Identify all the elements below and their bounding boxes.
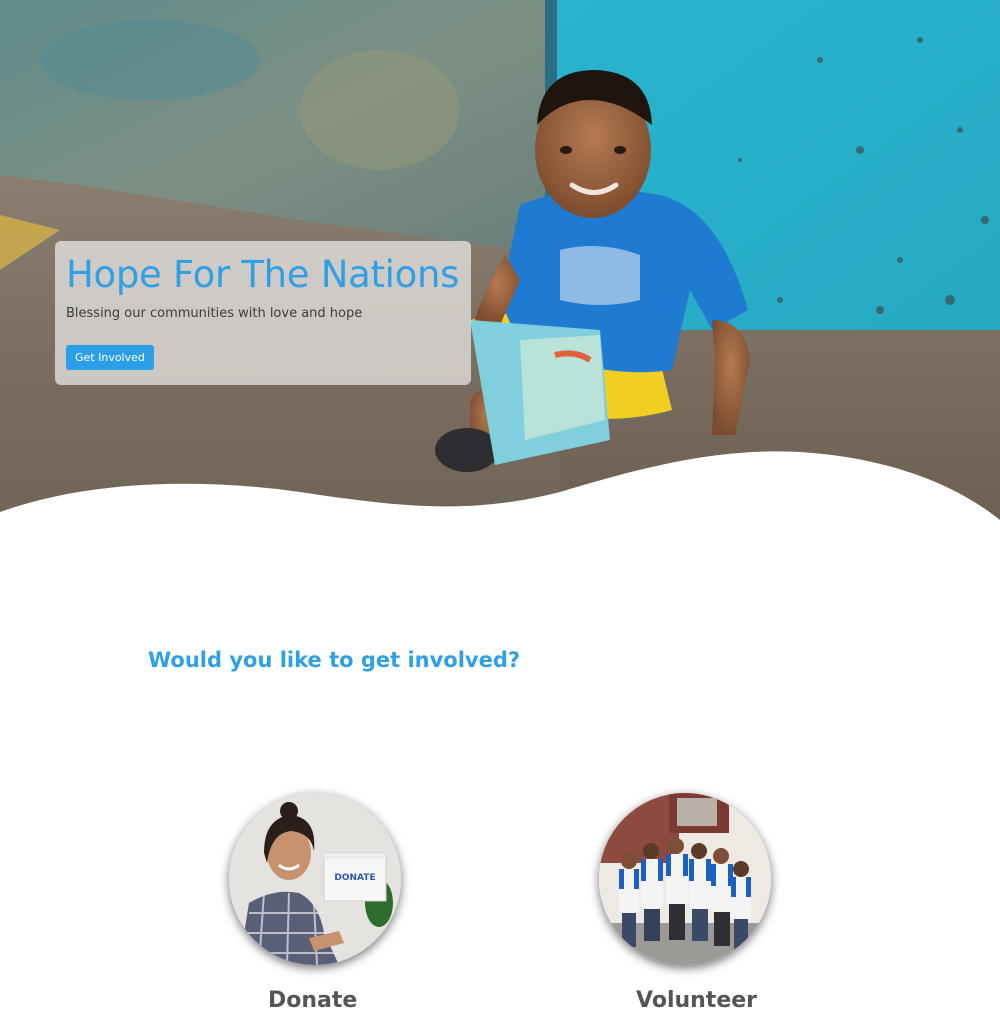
hero-section: Hope For The Nations Blessing our commun… [0,0,1000,540]
volunteer-label[interactable]: Volunteer [636,988,757,1013]
involved-heading: Would you like to get involved? [148,648,521,672]
volunteer-image[interactable] [599,793,771,965]
donate-box-text: DONATE [334,873,375,883]
volunteer-photo [599,793,771,965]
hero-wave-divider [0,451,1000,540]
donate-photo: DONATE [229,793,401,965]
donate-image[interactable]: DONATE [229,793,401,965]
donate-label[interactable]: Donate [268,988,357,1013]
